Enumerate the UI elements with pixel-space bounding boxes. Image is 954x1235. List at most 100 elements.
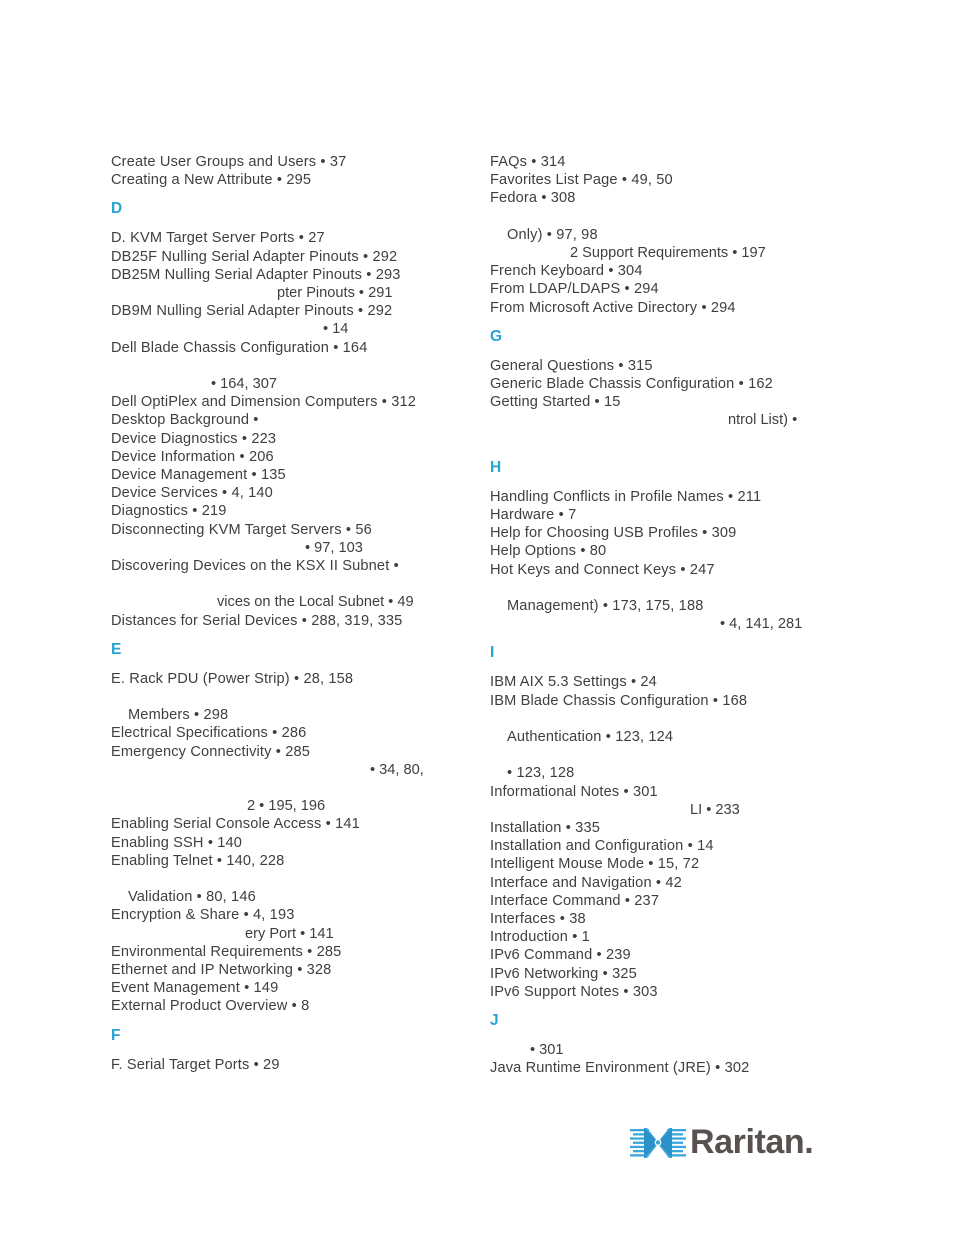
index-spacer bbox=[111, 575, 443, 593]
index-entry: • 123, 128 bbox=[507, 765, 575, 782]
index-entry: Interface and Navigation • 42 bbox=[490, 874, 682, 891]
index-entry: Device Diagnostics • 223 bbox=[111, 430, 277, 447]
index-entry-fragment: vices on the Local Subnet • 49 bbox=[217, 594, 414, 611]
index-entry: Electrical Specifications • 286 bbox=[111, 725, 307, 742]
index-entry: Favorites List Page • 49, 50 bbox=[490, 172, 673, 189]
index-entry: Java Runtime Environment (JRE) • 302 bbox=[490, 1060, 750, 1077]
index-column-left: Create User Groups and Users • 37 Creatin… bbox=[111, 153, 443, 1074]
index-letter-heading-g: G bbox=[490, 327, 503, 345]
index-entry: Enabling SSH • 140 bbox=[111, 834, 243, 851]
index-entry: Encryption & Share • 4, 193 bbox=[111, 907, 295, 924]
index-letter-heading-e: E bbox=[111, 640, 122, 658]
index-entry: Diagnostics • 219 bbox=[111, 503, 227, 520]
index-entry-fragment: • 301 bbox=[530, 1042, 564, 1059]
index-entry-fragment: • 4, 141, 281 bbox=[720, 616, 803, 633]
index-entry: Hardware • 7 bbox=[490, 507, 577, 524]
index-entry: Only) • 97, 98 bbox=[507, 226, 598, 243]
index-entry: DB25F Nulling Serial Adapter Pinouts • 2… bbox=[111, 248, 398, 265]
raritan-wordmark: Raritan. bbox=[690, 1123, 814, 1161]
raritan-logo-mark-icon bbox=[630, 1123, 686, 1163]
index-entry: Desktop Background • bbox=[111, 412, 259, 429]
index-entry: IBM AIX 5.3 Settings • 24 bbox=[490, 674, 657, 691]
raritan-logo: Raritan. bbox=[630, 1119, 814, 1167]
index-entry-fragment: 2 • 195, 196 bbox=[247, 798, 326, 815]
index-entry-fragment: • 97, 103 bbox=[305, 539, 363, 556]
index-entry-fragment: 2 Support Requirements • 197 bbox=[570, 245, 766, 261]
index-letter-heading-f: F bbox=[111, 1026, 121, 1044]
index-entry: Device Information • 206 bbox=[111, 448, 274, 465]
index-entry: D. KVM Target Server Ports • 27 bbox=[111, 230, 325, 247]
index-letter-heading-h: H bbox=[490, 458, 502, 476]
index-entry: FAQs • 314 bbox=[490, 154, 566, 170]
index-entry: Enabling Serial Console Access • 141 bbox=[111, 816, 360, 833]
index-entry: Installation • 335 bbox=[490, 820, 600, 837]
index-entry: Fedora • 308 bbox=[490, 190, 576, 207]
index-entry-fragment: ery Port • 141 bbox=[245, 925, 334, 942]
index-entry: Distances for Serial Devices • 288, 319,… bbox=[111, 612, 403, 629]
index-entry: Create User Groups and Users • 37 bbox=[111, 154, 347, 170]
index-entry: Getting Started • 15 bbox=[490, 394, 621, 411]
index-entry-fragment: LI • 233 bbox=[690, 801, 740, 818]
index-entry: Management) • 173, 175, 188 bbox=[507, 598, 704, 615]
index-entry: Handling Conflicts in Profile Names • 21… bbox=[490, 488, 762, 505]
index-entry-fragment: pter Pinouts • 291 bbox=[277, 285, 393, 302]
index-entry-fragment: • 14 bbox=[323, 321, 349, 338]
index-spacer bbox=[490, 579, 822, 597]
index-letter-heading-j: J bbox=[490, 1012, 499, 1030]
index-entry-fragment: ntrol List) • bbox=[728, 412, 798, 429]
index-entry: Event Management • 149 bbox=[111, 980, 279, 997]
index-entry: DB9M Nulling Serial Adapter Pinouts • 29… bbox=[111, 303, 393, 320]
index-entry: Introduction • 1 bbox=[490, 929, 590, 946]
index-entry: Interfaces • 38 bbox=[490, 911, 586, 928]
index-entry: Hot Keys and Connect Keys • 247 bbox=[490, 561, 715, 578]
index-spacer bbox=[111, 870, 443, 888]
index-entry: Help Options • 80 bbox=[490, 543, 607, 560]
index-entry: Device Services • 4, 140 bbox=[111, 485, 273, 502]
index-entry: From LDAP/LDAPS • 294 bbox=[490, 281, 659, 298]
index-entry: Environmental Requirements • 285 bbox=[111, 943, 342, 960]
index-entry: From Microsoft Active Directory • 294 bbox=[490, 299, 736, 316]
index-entry: Disconnecting KVM Target Servers • 56 bbox=[111, 521, 372, 538]
index-entry: Interface Command • 237 bbox=[490, 892, 660, 909]
index-entry: Intelligent Mouse Mode • 15, 72 bbox=[490, 856, 700, 873]
index-entry: Members • 298 bbox=[128, 707, 229, 724]
index-entry: Discovering Devices on the KSX II Subnet… bbox=[111, 558, 399, 575]
index-entry: Dell OptiPlex and Dimension Computers • … bbox=[111, 394, 417, 411]
index-entry: IPv6 Networking • 325 bbox=[490, 965, 637, 982]
index-entry: IPv6 Command • 239 bbox=[490, 947, 631, 964]
index-spacer bbox=[111, 357, 443, 375]
index-entry: Creating a New Attribute • 295 bbox=[111, 172, 312, 189]
index-entry: IBM Blade Chassis Configuration • 168 bbox=[490, 692, 748, 709]
index-entry: DB25M Nulling Serial Adapter Pinouts • 2… bbox=[111, 266, 401, 283]
index-entry: Installation and Configuration • 14 bbox=[490, 838, 714, 855]
index-entry: Authentication • 123, 124 bbox=[507, 729, 674, 746]
index-entry: General Questions • 315 bbox=[490, 357, 653, 374]
index-entry: Dell Blade Chassis Configuration • 164 bbox=[111, 339, 368, 356]
index-spacer bbox=[111, 688, 443, 706]
index-spacer bbox=[490, 430, 822, 448]
index-entry: Device Management • 135 bbox=[111, 467, 286, 484]
index-entry: E. Rack PDU (Power Strip) • 28, 158 bbox=[111, 670, 354, 687]
index-entry: IPv6 Support Notes • 303 bbox=[490, 983, 658, 1000]
index-entry: Validation • 80, 146 bbox=[128, 889, 256, 906]
index-spacer bbox=[490, 710, 822, 728]
index-columns: Create User Groups and Users • 37 Creatin… bbox=[111, 153, 843, 1077]
index-spacer bbox=[111, 779, 443, 797]
index-entry: French Keyboard • 304 bbox=[490, 263, 643, 280]
index-entry: Help for Choosing USB Profiles • 309 bbox=[490, 525, 737, 542]
index-spacer bbox=[490, 208, 822, 226]
index-entry: External Product Overview • 8 bbox=[111, 998, 310, 1015]
index-entry: Ethernet and IP Networking • 328 bbox=[111, 962, 332, 979]
index-entry: Generic Blade Chassis Configuration • 16… bbox=[490, 376, 773, 393]
index-letter-heading-i: I bbox=[490, 644, 495, 662]
index-page: Create User Groups and Users • 37 Creatin… bbox=[0, 0, 954, 1235]
index-entry: Emergency Connectivity • 285 bbox=[111, 743, 311, 760]
index-letter-heading-d: D bbox=[111, 200, 123, 218]
index-entry-fragment: • 164, 307 bbox=[211, 376, 277, 393]
index-spacer bbox=[490, 746, 822, 764]
index-column-right: FAQs • 314 Favorites List Page • 49, 50 Fe… bbox=[490, 153, 822, 1077]
index-entry: Enabling Telnet • 140, 228 bbox=[111, 852, 285, 869]
index-entry-fragment: • 34, 80, bbox=[370, 761, 424, 778]
index-entry: F. Serial Target Ports • 29 bbox=[111, 1056, 280, 1073]
index-entry: Informational Notes • 301 bbox=[490, 783, 658, 800]
